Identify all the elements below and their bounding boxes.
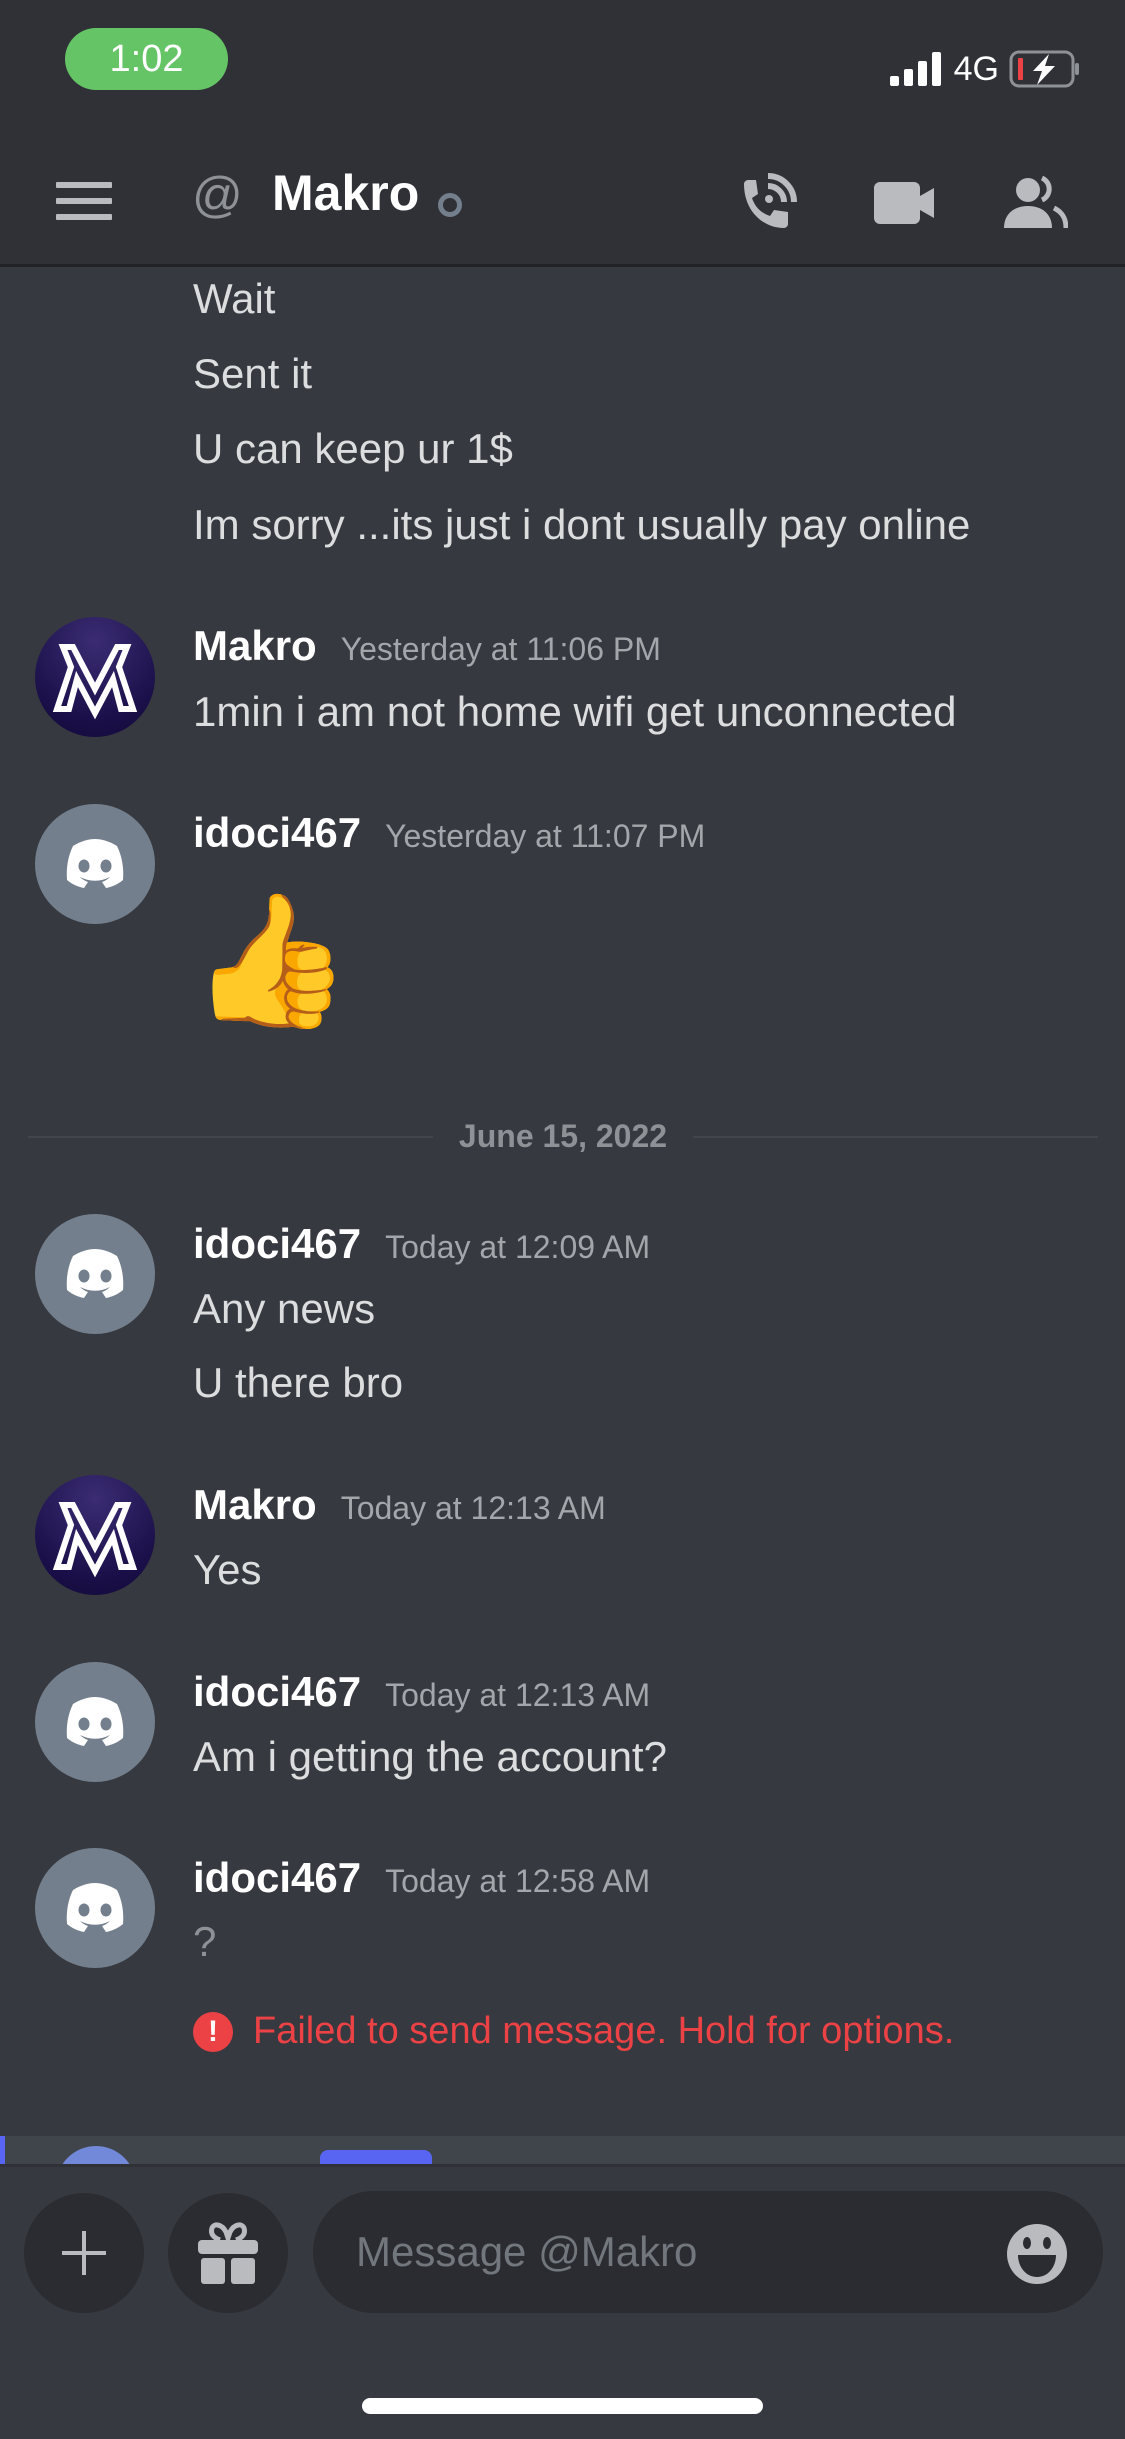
avatar-idoci467[interactable] [35,1848,155,1968]
avatar-idoci467[interactable] [35,1662,155,1782]
highlight-bar [0,2136,5,2164]
gift-icon [198,2222,258,2284]
avatar-makro[interactable] [35,617,155,737]
date-divider-label: June 15, 2022 [432,1118,694,1154]
status-bar: 1:02 4G [0,0,1125,130]
makro-logo-icon [52,1502,138,1578]
dm-at-icon: @ [192,167,243,223]
battery-charging-icon [1009,50,1079,88]
message-input[interactable] [313,2191,1103,2313]
message-text[interactable]: Wait [193,275,275,323]
message-text[interactable]: Any news [193,1285,375,1333]
failed-message-text[interactable]: ? [193,1918,216,1966]
avatar-makro[interactable] [35,1475,155,1595]
failed-send-text: Failed to send message. Hold for options… [253,2010,955,2052]
message-timestamp: Yesterday at 11:07 PM [385,818,706,854]
date-divider: June 15, 2022 [28,1118,1098,1154]
message-timestamp: Yesterday at 11:06 PM [340,631,661,667]
message-timestamp: Today at 12:13 AM [385,1677,651,1713]
message-header: idoci467 Today at 12:13 AM [193,1668,650,1716]
message-timestamp: Today at 12:58 AM [385,1863,651,1899]
plus-icon [62,2231,106,2275]
message-header: idoci467 Today at 12:58 AM [193,1854,650,1902]
menu-icon[interactable] [56,182,112,220]
author-name[interactable]: idoci467 [193,1668,361,1716]
emoji-picker-icon[interactable] [1006,2223,1068,2285]
message-text[interactable]: Sent it [193,350,312,398]
message-composer [0,2164,1125,2439]
message-text[interactable]: U can keep ur 1$ [193,425,513,473]
discord-logo-icon [66,1697,124,1746]
thumbs-up-emoji[interactable]: 👍 [190,885,352,1035]
partial-message-preview [0,2136,1125,2164]
network-type: 4G [953,49,999,88]
author-name[interactable]: idoci467 [193,1854,361,1902]
badge-partial [320,2150,432,2164]
status-time: 1:02 [65,28,228,90]
message-text[interactable]: Am i getting the account? [193,1733,667,1781]
message-header: idoci467 Today at 12:09 AM [193,1220,650,1268]
avatar-partial [56,2146,136,2164]
message-header: idoci467 Yesterday at 11:07 PM [193,809,705,857]
voice-call-icon[interactable] [736,170,800,234]
discord-logo-icon [66,1249,124,1298]
avatar-idoci467[interactable] [35,804,155,924]
status-indicators: 4G [889,48,1081,90]
message-text[interactable]: Yes [193,1546,262,1594]
discord-logo-icon [66,839,124,888]
author-name[interactable]: Makro [193,622,317,670]
message-text[interactable]: U there bro [193,1359,403,1407]
author-name[interactable]: idoci467 [193,1220,361,1268]
attach-button[interactable] [24,2193,144,2313]
home-indicator[interactable] [362,2398,763,2414]
discord-logo-icon [66,1883,124,1932]
message-header: Makro Today at 12:13 AM [193,1481,606,1529]
signal-icon [889,52,941,86]
author-name[interactable]: idoci467 [193,809,361,857]
channel-title[interactable]: Makro [272,164,419,222]
message-timestamp: Today at 12:09 AM [385,1229,651,1265]
message-text[interactable]: 1min i am not home wifi get unconnected [193,688,956,736]
channel-header: @ Makro [0,130,1125,267]
failed-send-notice[interactable]: ! Failed to send message. Hold for optio… [193,2010,954,2053]
offline-status-icon [438,193,462,217]
avatar-idoci467[interactable] [35,1214,155,1334]
author-name[interactable]: Makro [193,1481,317,1529]
message-text[interactable]: Im sorry ...its just i dont usually pay … [193,501,970,549]
message-timestamp: Today at 12:13 AM [340,1490,606,1526]
error-icon: ! [193,2011,233,2052]
gift-button[interactable] [168,2193,288,2313]
video-call-icon[interactable] [872,170,936,234]
makro-logo-icon [52,644,138,720]
message-header: Makro Yesterday at 11:06 PM [193,622,661,670]
members-icon[interactable] [1004,170,1068,234]
